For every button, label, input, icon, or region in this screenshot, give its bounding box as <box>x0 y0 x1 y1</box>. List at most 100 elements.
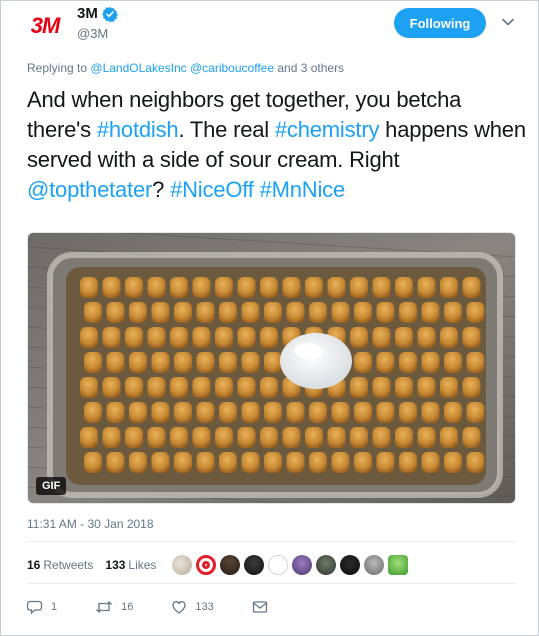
tater-tot <box>354 352 372 373</box>
like-count: 133 <box>195 601 214 613</box>
mention-link[interactable]: @cariboucoffee <box>190 61 274 75</box>
tater-tot <box>174 402 192 423</box>
tater-tot <box>376 452 395 473</box>
tater-tot <box>196 402 215 423</box>
tater-tot <box>219 352 237 373</box>
tater-tot <box>241 402 260 423</box>
tater-tot <box>399 402 417 423</box>
tater-tot <box>102 277 121 298</box>
tater-tot <box>219 452 237 473</box>
account-info: 3M @3M <box>77 5 118 41</box>
avatar[interactable] <box>268 555 289 575</box>
tater-tot <box>264 352 282 373</box>
tater-tot <box>106 302 125 323</box>
avatar[interactable] <box>172 555 193 575</box>
retweets-stat[interactable]: 16 Retweets <box>27 558 93 572</box>
media-gif[interactable]: GIF <box>27 232 516 504</box>
tater-tot <box>192 277 211 298</box>
tweet-actions: 1 16 133 <box>27 597 314 617</box>
reply-button[interactable]: 1 <box>27 599 57 615</box>
tater-tot <box>417 277 436 298</box>
display-name[interactable]: 3M <box>77 5 98 22</box>
mention-link[interactable]: @topthetater <box>27 177 152 202</box>
tater-tot <box>102 427 121 448</box>
liker-avatars <box>172 555 412 575</box>
tater-tot <box>80 327 98 348</box>
tater-tot <box>125 377 143 398</box>
hashtag-link[interactable]: #MnNice <box>260 177 346 202</box>
tweet-stats: 16 Retweets 133 Likes <box>27 549 412 581</box>
tater-tot <box>125 327 143 348</box>
tater-tot <box>350 277 368 298</box>
tater-tot <box>147 427 166 448</box>
tater-tot <box>196 352 215 373</box>
tater-tot <box>151 452 170 473</box>
tater-tot <box>462 277 481 298</box>
hashtag-link[interactable]: #hotdish <box>97 117 179 142</box>
tater-tot <box>376 352 395 373</box>
tater-tot <box>305 277 323 298</box>
avatar[interactable] <box>340 555 361 575</box>
tater-tot <box>151 352 170 373</box>
retweet-count: 16 <box>121 601 134 613</box>
tater-tot <box>196 452 215 473</box>
tater-tot <box>192 377 211 398</box>
tater-tot <box>444 302 462 323</box>
tater-tot <box>170 427 188 448</box>
tweet-text: And when neighbors get together, you bet… <box>27 85 527 205</box>
tater-tot <box>106 402 125 423</box>
tater-tot <box>151 402 170 423</box>
tweet-timestamp[interactable]: 11:31 AM - 30 Jan 2018 <box>27 517 154 531</box>
likes-label: Likes <box>128 558 157 572</box>
avatar[interactable] <box>388 555 409 575</box>
tater-tot <box>260 277 278 298</box>
tater-tot <box>466 352 485 373</box>
tater-tot <box>354 452 372 473</box>
tater-tot <box>354 402 372 423</box>
avatar[interactable] <box>292 555 313 575</box>
chevron-down-icon[interactable] <box>501 15 515 29</box>
tater-tot <box>354 302 372 323</box>
tater-tot <box>286 402 305 423</box>
retweet-button[interactable]: 16 <box>95 599 133 615</box>
tater-tot <box>102 377 121 398</box>
tater-tot <box>395 277 413 298</box>
tater-tot <box>327 427 346 448</box>
tater-tot <box>372 377 391 398</box>
replying-to-others[interactable]: and 3 others <box>277 61 344 75</box>
tater-tot <box>286 302 305 323</box>
account-handle[interactable]: @3M <box>77 26 118 41</box>
tater-tot <box>174 452 192 473</box>
hashtag-link[interactable]: #NiceOff <box>170 177 254 202</box>
mention-link[interactable]: @LandOLakesInc <box>90 61 186 75</box>
reply-icon <box>27 600 43 615</box>
tater-tot <box>350 427 368 448</box>
tater-tot <box>440 277 458 298</box>
gif-badge: GIF <box>36 477 67 495</box>
avatar[interactable] <box>316 555 337 575</box>
tater-tot <box>84 352 102 373</box>
tater-tot <box>395 327 413 348</box>
following-button[interactable]: Following <box>394 8 486 38</box>
tater-tot <box>241 452 260 473</box>
avatar[interactable] <box>196 555 217 575</box>
like-button[interactable]: 133 <box>171 599 214 615</box>
tater-tot <box>125 277 143 298</box>
tater-tot <box>241 352 260 373</box>
hashtag-link[interactable]: #chemistry <box>275 117 380 142</box>
message-button[interactable] <box>252 599 276 615</box>
tater-tot <box>309 302 327 323</box>
avatar[interactable] <box>244 555 265 575</box>
avatar[interactable] <box>220 555 241 575</box>
tater-tot <box>462 427 481 448</box>
tater-tot <box>331 402 350 423</box>
tater-tot <box>440 377 458 398</box>
envelope-icon <box>252 601 267 613</box>
tater-tot <box>237 427 256 448</box>
tater-tot <box>395 377 413 398</box>
divider <box>27 583 516 584</box>
avatar[interactable] <box>364 555 385 575</box>
account-avatar[interactable]: 3M <box>23 9 67 43</box>
likes-stat[interactable]: 133 Likes <box>105 558 156 572</box>
tater-tot <box>421 352 440 373</box>
